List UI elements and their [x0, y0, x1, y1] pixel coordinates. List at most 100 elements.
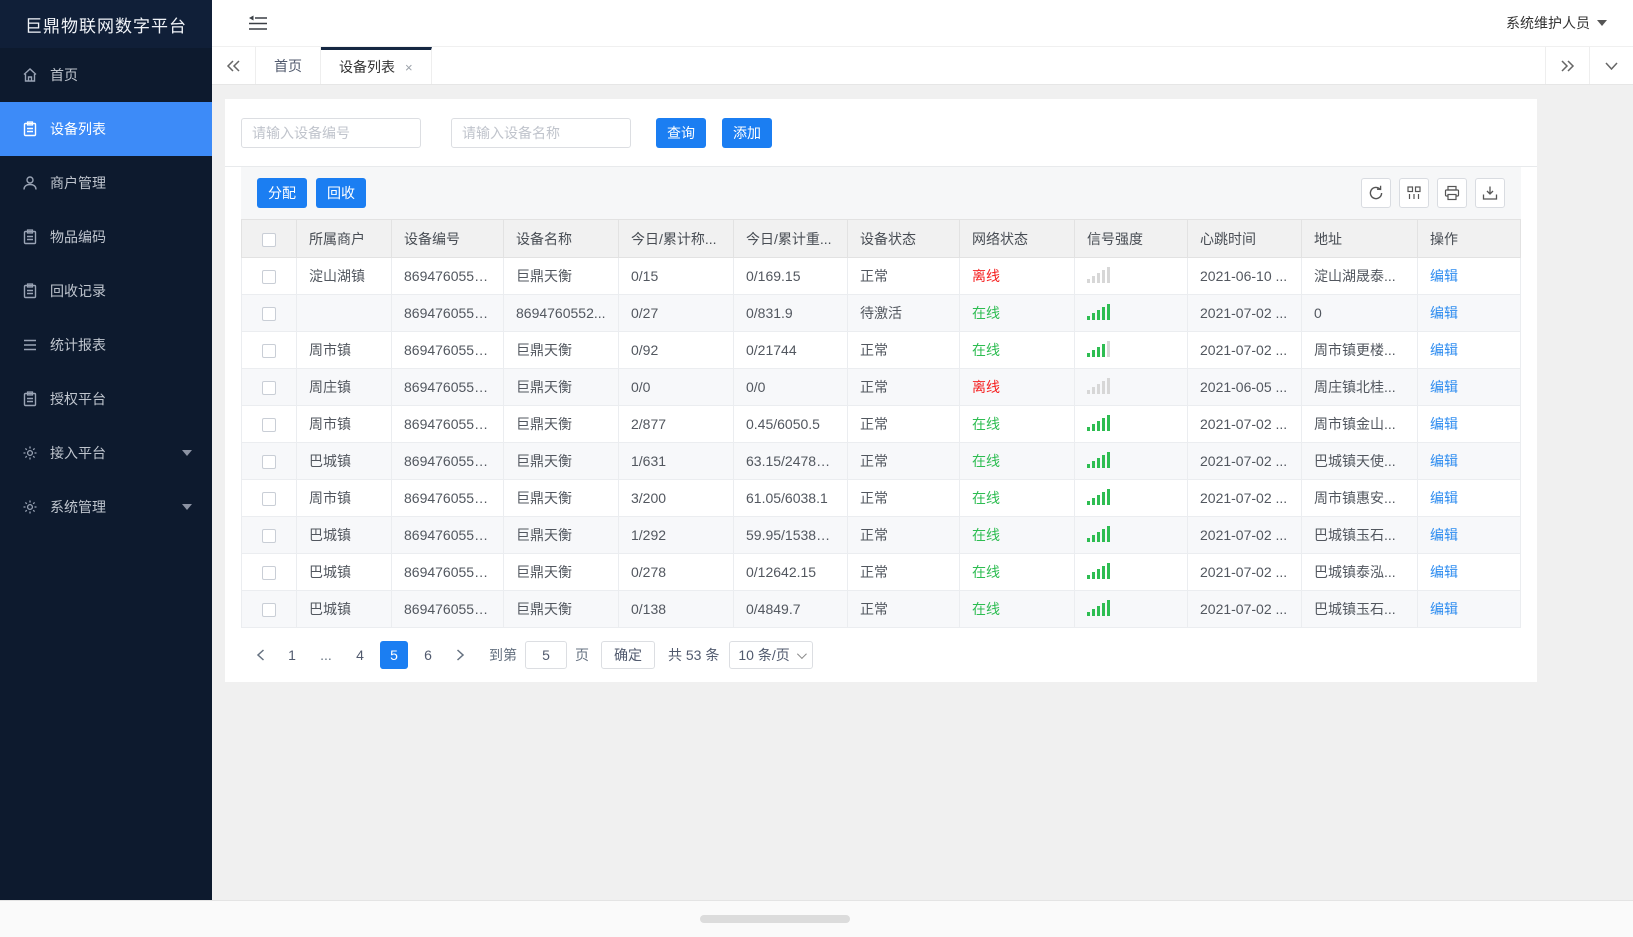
assign-button[interactable]: 分配: [257, 178, 307, 208]
row-checkbox[interactable]: [262, 455, 276, 470]
cell-merchant: 周庄镇: [296, 368, 392, 406]
jump-page-input[interactable]: [525, 641, 567, 669]
tabs-scroll-right-icon[interactable]: [1545, 47, 1589, 84]
signal-strength-icon: [1087, 414, 1112, 431]
cell-actions: 编辑: [1417, 294, 1521, 332]
main-area: 系统维护人员 首页 设备列表 × 请输入设备编号 请输入设备名称 查询 添加 分…: [212, 0, 1633, 900]
cell-today-count: 3/200: [618, 479, 734, 517]
edit-link[interactable]: 编辑: [1430, 527, 1458, 543]
cell-address: 巴城镇玉石...: [1301, 590, 1418, 628]
sidebar-item-5[interactable]: 统计报表: [0, 318, 212, 372]
edit-link[interactable]: 编辑: [1430, 564, 1458, 580]
search-button[interactable]: 查询: [656, 118, 706, 148]
cell-heartbeat: 2021-07-02 ...: [1187, 294, 1302, 332]
edit-link[interactable]: 编辑: [1430, 305, 1458, 321]
cell-actions: 编辑: [1417, 479, 1521, 517]
tab-bar: 首页 设备列表 ×: [212, 47, 1633, 85]
cell-device-name: 巨鼎天衡: [503, 331, 619, 369]
device-table: 所属商户 设备编号 设备名称 今日/累计称... 今日/累计重... 设备状态 网络状态 信号…: [241, 219, 1521, 628]
sidebar-item-label: 系统管理: [50, 499, 106, 515]
tab-device-list[interactable]: 设备列表 ×: [321, 47, 432, 84]
tabs-scroll-left-icon[interactable]: [212, 47, 256, 84]
edit-link[interactable]: 编辑: [1430, 453, 1458, 469]
row-checkbox[interactable]: [262, 381, 276, 396]
print-icon[interactable]: [1437, 178, 1467, 208]
sidebar-item-6[interactable]: 授权平台: [0, 372, 212, 426]
cell-heartbeat: 2021-07-02 ...: [1187, 590, 1302, 628]
row-checkbox[interactable]: [262, 344, 276, 359]
cell-network-status: 在线: [959, 442, 1075, 480]
close-icon[interactable]: ×: [405, 61, 413, 74]
row-checkbox[interactable]: [262, 270, 276, 285]
tab-actions-dropdown-icon[interactable]: [1589, 47, 1633, 84]
row-select-cell: [241, 257, 297, 295]
cell-signal: [1074, 257, 1188, 295]
edit-link[interactable]: 编辑: [1430, 601, 1458, 617]
cell-actions: 编辑: [1417, 331, 1521, 369]
row-checkbox[interactable]: [262, 566, 276, 581]
scrollbar-thumb[interactable]: [700, 915, 850, 923]
sidebar-item-4[interactable]: 回收记录: [0, 264, 212, 318]
sidebar-item-8[interactable]: 系统管理: [0, 480, 212, 534]
page-size-select[interactable]: 10 条/页: [729, 641, 813, 669]
tab-home[interactable]: 首页: [256, 47, 321, 84]
edit-link[interactable]: 编辑: [1430, 342, 1458, 358]
column-settings-icon[interactable]: [1399, 178, 1429, 208]
sidebar-item-0[interactable]: 首页: [0, 48, 212, 102]
cell-today-count: 0/0: [618, 368, 734, 406]
edit-link[interactable]: 编辑: [1430, 268, 1458, 284]
recycle-button[interactable]: 回收: [316, 178, 366, 208]
device-name-input[interactable]: [451, 118, 631, 148]
row-checkbox[interactable]: [262, 418, 276, 433]
cell-device-status: 正常: [847, 590, 960, 628]
cell-device-name: 巨鼎天衡: [503, 479, 619, 517]
cell-today-weight: 63.15/24785...: [733, 442, 848, 480]
table-toolbar: 分配 回收: [241, 167, 1521, 219]
page-number[interactable]: 1: [278, 641, 306, 669]
refresh-icon[interactable]: [1361, 178, 1391, 208]
cell-signal: [1074, 331, 1188, 369]
row-checkbox[interactable]: [262, 307, 276, 322]
cell-signal: [1074, 294, 1188, 332]
user-menu[interactable]: 系统维护人员: [1506, 13, 1607, 33]
row-checkbox[interactable]: [262, 492, 276, 507]
next-page-icon[interactable]: [445, 641, 475, 669]
cell-actions: 编辑: [1417, 405, 1521, 443]
page-size-value: 10 条/页: [738, 647, 790, 663]
page-number[interactable]: 6: [414, 641, 442, 669]
export-icon[interactable]: [1475, 178, 1505, 208]
cell-device-code: 8694760551...: [391, 590, 504, 628]
cell-network-status: 在线: [959, 479, 1075, 517]
cell-device-name: 巨鼎天衡: [503, 405, 619, 443]
row-checkbox[interactable]: [262, 603, 276, 618]
row-checkbox[interactable]: [262, 529, 276, 544]
prev-page-icon[interactable]: [245, 641, 275, 669]
cell-actions: 编辑: [1417, 442, 1521, 480]
list-icon: [22, 229, 39, 246]
sidebar-item-2[interactable]: 商户管理: [0, 156, 212, 210]
table-body: 淀山湖镇 8694760552... 巨鼎天衡 0/15 0/169.15 正常 离线 202…: [241, 257, 1521, 628]
cell-today-weight: 61.05/6038.1: [733, 479, 848, 517]
page-word: 页: [575, 647, 589, 663]
sidebar-item-1[interactable]: 设备列表: [0, 102, 212, 156]
signal-strength-icon: [1087, 303, 1112, 320]
cell-address: 巴城镇天使...: [1301, 442, 1418, 480]
edit-link[interactable]: 编辑: [1430, 379, 1458, 395]
edit-link[interactable]: 编辑: [1430, 490, 1458, 506]
collapse-sidebar-icon[interactable]: [248, 15, 268, 32]
device-no-input[interactable]: [241, 118, 421, 148]
select-all-checkbox[interactable]: [262, 232, 276, 247]
page-number[interactable]: 4: [346, 641, 374, 669]
add-button[interactable]: 添加: [722, 118, 772, 148]
cell-address: 周市镇金山...: [1301, 405, 1418, 443]
column-header: 所属商户: [296, 219, 392, 258]
horizontal-scrollbar[interactable]: [0, 900, 1633, 937]
cell-device-name: 巨鼎天衡: [503, 590, 619, 628]
sidebar-item-7[interactable]: 接入平台: [0, 426, 212, 480]
page-number[interactable]: 5: [380, 641, 408, 669]
sidebar-item-3[interactable]: 物品编码: [0, 210, 212, 264]
cell-address: 淀山湖晟泰...: [1301, 257, 1418, 295]
table-row: 周市镇 8694760552... 巨鼎天衡 3/200 61.05/6038.1 正常在…: [241, 479, 1521, 517]
confirm-button[interactable]: 确定: [601, 641, 655, 669]
edit-link[interactable]: 编辑: [1430, 416, 1458, 432]
